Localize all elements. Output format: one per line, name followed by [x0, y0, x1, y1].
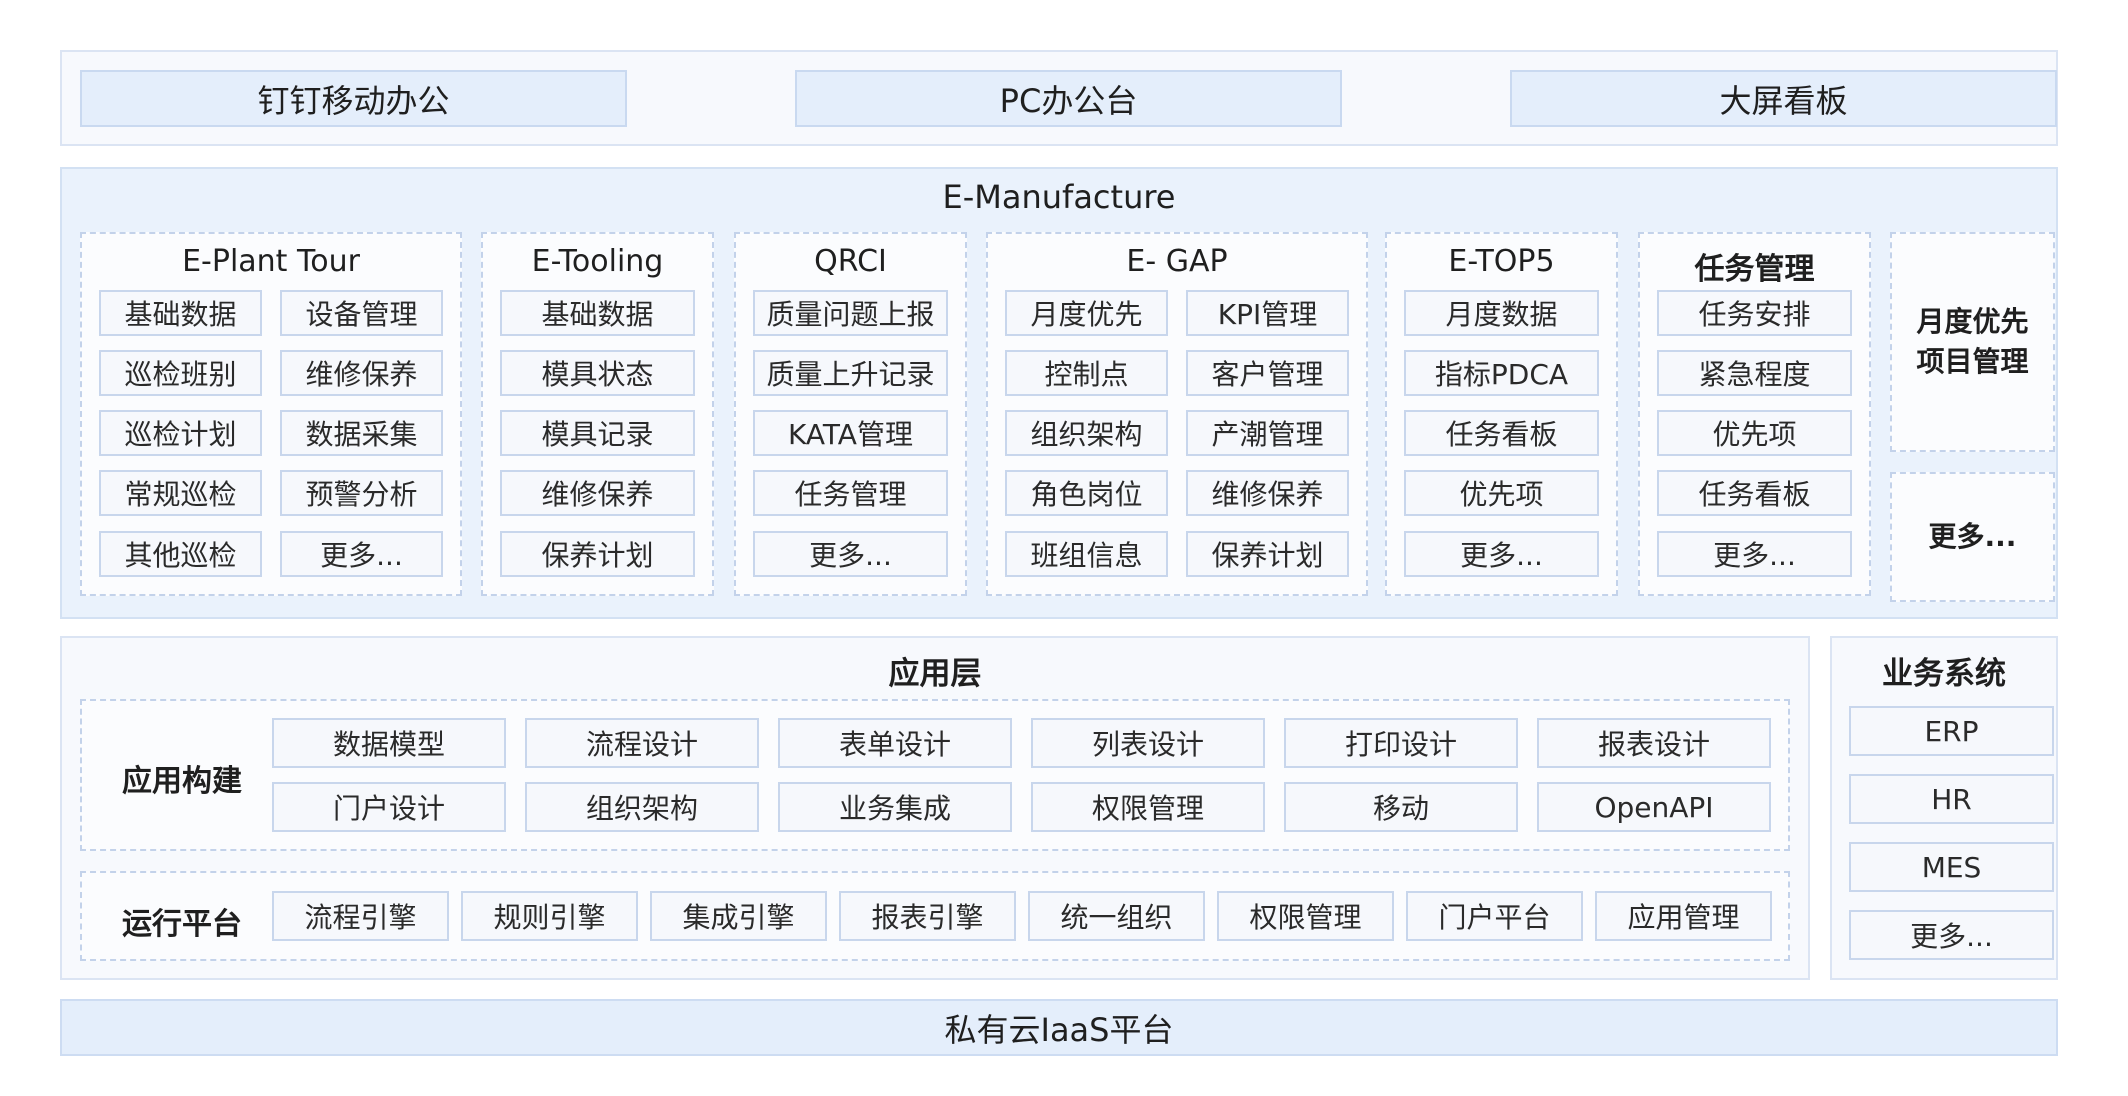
business-system-item: MES — [1849, 842, 2054, 892]
plant-tour-item: 预警分析 — [280, 470, 443, 516]
tooling-item: 维修保养 — [500, 470, 695, 516]
app-build-label: 应用构建 — [122, 764, 242, 799]
iaas-platform-bar: 私有云IaaS平台 — [60, 999, 2058, 1056]
app-build-item: 业务集成 — [778, 782, 1012, 832]
gap-item: 保养计划 — [1186, 531, 1349, 577]
runtime-item: 应用管理 — [1595, 891, 1772, 941]
plant-tour-item: 数据采集 — [280, 410, 443, 456]
emanufacture-title: E-Manufacture — [942, 178, 1176, 216]
business-system-item: HR — [1849, 774, 2054, 824]
runtime-item: 报表引擎 — [839, 891, 1016, 941]
runtime-item: 集成引擎 — [650, 891, 827, 941]
plant-tour-title: E-Plant Tour — [182, 244, 360, 279]
qrci-item: 任务管理 — [753, 470, 948, 516]
big-screen-block: 大屏看板 — [1510, 70, 2057, 127]
app-build-item: 流程设计 — [525, 718, 759, 768]
runtime-item: 统一组织 — [1028, 891, 1205, 941]
plant-tour-item: 其他巡检 — [99, 531, 262, 577]
gap-title: E- GAP — [1126, 244, 1228, 279]
gap-item: 维修保养 — [1186, 470, 1349, 516]
task-item: 任务安排 — [1657, 290, 1852, 336]
plant-tour-item: 常规巡检 — [99, 470, 262, 516]
app-build-item: 门户设计 — [272, 782, 506, 832]
top5-item: 指标PDCA — [1404, 350, 1599, 396]
app-build-item: 组织架构 — [525, 782, 759, 832]
gap-item: KPI管理 — [1186, 290, 1349, 336]
gap-item: 月度优先 — [1005, 290, 1168, 336]
qrci-item: KATA管理 — [753, 410, 948, 456]
app-build-item: OpenAPI — [1537, 782, 1771, 832]
app-build-item: 表单设计 — [778, 718, 1012, 768]
task-item: 优先项 — [1657, 410, 1852, 456]
qrci-item: 质量问题上报 — [753, 290, 948, 336]
monthly-priority-label: 月度优先 项目管理 — [1890, 232, 2055, 452]
tooling-item: 基础数据 — [500, 290, 695, 336]
business-system-item: 更多... — [1849, 910, 2054, 960]
top5-item: 更多... — [1404, 531, 1599, 577]
monthly-priority-line1: 月度优先 — [1916, 305, 2029, 338]
qrci-title: QRCI — [814, 244, 887, 279]
gap-item: 控制点 — [1005, 350, 1168, 396]
top5-item: 任务看板 — [1404, 410, 1599, 456]
runtime-item: 门户平台 — [1406, 891, 1583, 941]
plant-tour-item: 巡检班别 — [99, 350, 262, 396]
business-systems-title: 业务系统 — [1882, 656, 2006, 692]
task-item: 更多... — [1657, 531, 1852, 577]
plant-tour-item: 巡检计划 — [99, 410, 262, 456]
gap-item: 组织架构 — [1005, 410, 1168, 456]
task-item: 紧急程度 — [1657, 350, 1852, 396]
tooling-item: 模具状态 — [500, 350, 695, 396]
app-build-item: 移动 — [1284, 782, 1518, 832]
plant-tour-item: 维修保养 — [280, 350, 443, 396]
gap-item: 产潮管理 — [1186, 410, 1349, 456]
pc-workbench-block: PC办公台 — [795, 70, 1342, 127]
app-build-item: 权限管理 — [1031, 782, 1265, 832]
monthly-priority-line2: 项目管理 — [1916, 345, 2029, 378]
runtime-label: 运行平台 — [122, 907, 242, 942]
gap-item: 角色岗位 — [1005, 470, 1168, 516]
top5-title: E-TOP5 — [1448, 244, 1555, 279]
app-build-item: 打印设计 — [1284, 718, 1518, 768]
gap-item: 班组信息 — [1005, 531, 1168, 577]
tooling-item: 模具记录 — [500, 410, 695, 456]
task-title: 任务管理 — [1694, 252, 1815, 287]
tooling-item: 保养计划 — [500, 531, 695, 577]
tooling-title: E-Tooling — [531, 244, 664, 279]
runtime-item: 规则引擎 — [461, 891, 638, 941]
task-item: 任务看板 — [1657, 470, 1852, 516]
dingtalk-mobile-block: 钉钉移动办公 — [80, 70, 627, 127]
app-layer-title: 应用层 — [888, 656, 982, 692]
runtime-item: 流程引擎 — [272, 891, 449, 941]
business-system-item: ERP — [1849, 706, 2054, 756]
plant-tour-item: 基础数据 — [99, 290, 262, 336]
top5-item: 优先项 — [1404, 470, 1599, 516]
qrci-item: 质量上升记录 — [753, 350, 948, 396]
plant-tour-item: 更多... — [280, 531, 443, 577]
app-build-item: 列表设计 — [1031, 718, 1265, 768]
plant-tour-item: 设备管理 — [280, 290, 443, 336]
more-module-label: 更多... — [1928, 520, 2017, 553]
top5-item: 月度数据 — [1404, 290, 1599, 336]
app-build-item: 数据模型 — [272, 718, 506, 768]
runtime-item: 权限管理 — [1217, 891, 1394, 941]
qrci-item: 更多... — [753, 531, 948, 577]
app-build-item: 报表设计 — [1537, 718, 1771, 768]
gap-item: 客户管理 — [1186, 350, 1349, 396]
